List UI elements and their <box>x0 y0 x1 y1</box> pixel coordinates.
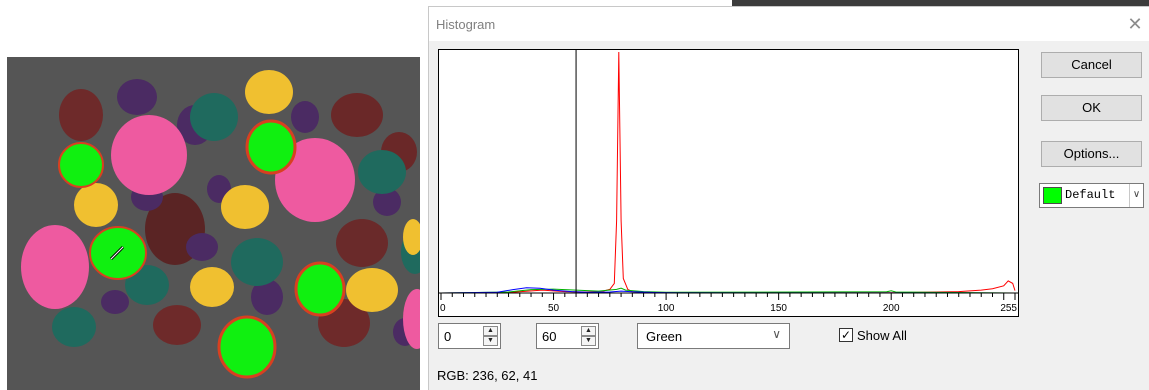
color-dropdown-label: Default <box>1065 188 1116 202</box>
title-bar[interactable]: Histogram ✕ <box>429 7 1149 41</box>
range-low-stepper[interactable]: ▲ ▼ <box>483 326 498 346</box>
spin-up-icon[interactable]: ▲ <box>483 326 498 336</box>
histogram-series-group <box>440 51 1016 294</box>
spin-up-icon[interactable]: ▲ <box>581 326 596 336</box>
x-tick-label: 150 <box>770 303 787 314</box>
spin-down-icon[interactable]: ▼ <box>483 336 498 346</box>
chevron-down-icon[interactable]: ∨ <box>1129 184 1143 207</box>
chevron-down-icon[interactable]: ∨ <box>772 327 781 341</box>
color-dropdown[interactable]: Default ∨ <box>1039 183 1144 208</box>
x-tick-label: 200 <box>883 303 900 314</box>
close-icon[interactable]: ✕ <box>1124 13 1146 35</box>
x-tick-label: 50 <box>548 303 560 314</box>
histogram-plot[interactable]: 0 50 100 150 200 255 <box>438 49 1019 317</box>
color-swatch <box>1043 187 1062 204</box>
range-high-stepper[interactable]: ▲ ▼ <box>581 326 596 346</box>
range-low-spinner[interactable]: 0 ▲ ▼ <box>438 323 501 349</box>
x-axis-ticks: 0 50 100 150 200 255 <box>440 293 1017 314</box>
histogram-dialog: Histogram ✕ 0 50 100 150 200 255 Cancel OK Op… <box>428 6 1149 390</box>
range-high-spinner[interactable]: 60 ▲ ▼ <box>536 323 599 349</box>
checkbox-checked-icon[interactable]: ✓ <box>839 328 853 342</box>
range-high-value[interactable]: 60 <box>542 329 556 344</box>
cell-image-canvas[interactable] <box>7 57 420 390</box>
x-tick-label: 100 <box>658 303 675 314</box>
channel-dropdown-label: Green <box>646 329 683 344</box>
x-tick-label: 0 <box>440 303 446 314</box>
spin-down-icon[interactable]: ▼ <box>581 336 596 346</box>
histogram-series-line <box>440 287 1016 294</box>
range-low-value[interactable]: 0 <box>444 329 451 344</box>
options-button[interactable]: Options... <box>1041 141 1142 167</box>
dialog-title: Histogram <box>436 17 496 32</box>
rgb-readout: RGB: 236, 62, 41 <box>437 368 538 383</box>
show-all-label: Show All <box>857 328 907 343</box>
histogram-series-line <box>440 51 1016 294</box>
x-tick-label: 255 <box>1000 303 1017 314</box>
channel-dropdown[interactable]: Green ∨ <box>637 323 790 349</box>
cancel-button[interactable]: Cancel <box>1041 52 1142 78</box>
ok-button[interactable]: OK <box>1041 95 1142 121</box>
